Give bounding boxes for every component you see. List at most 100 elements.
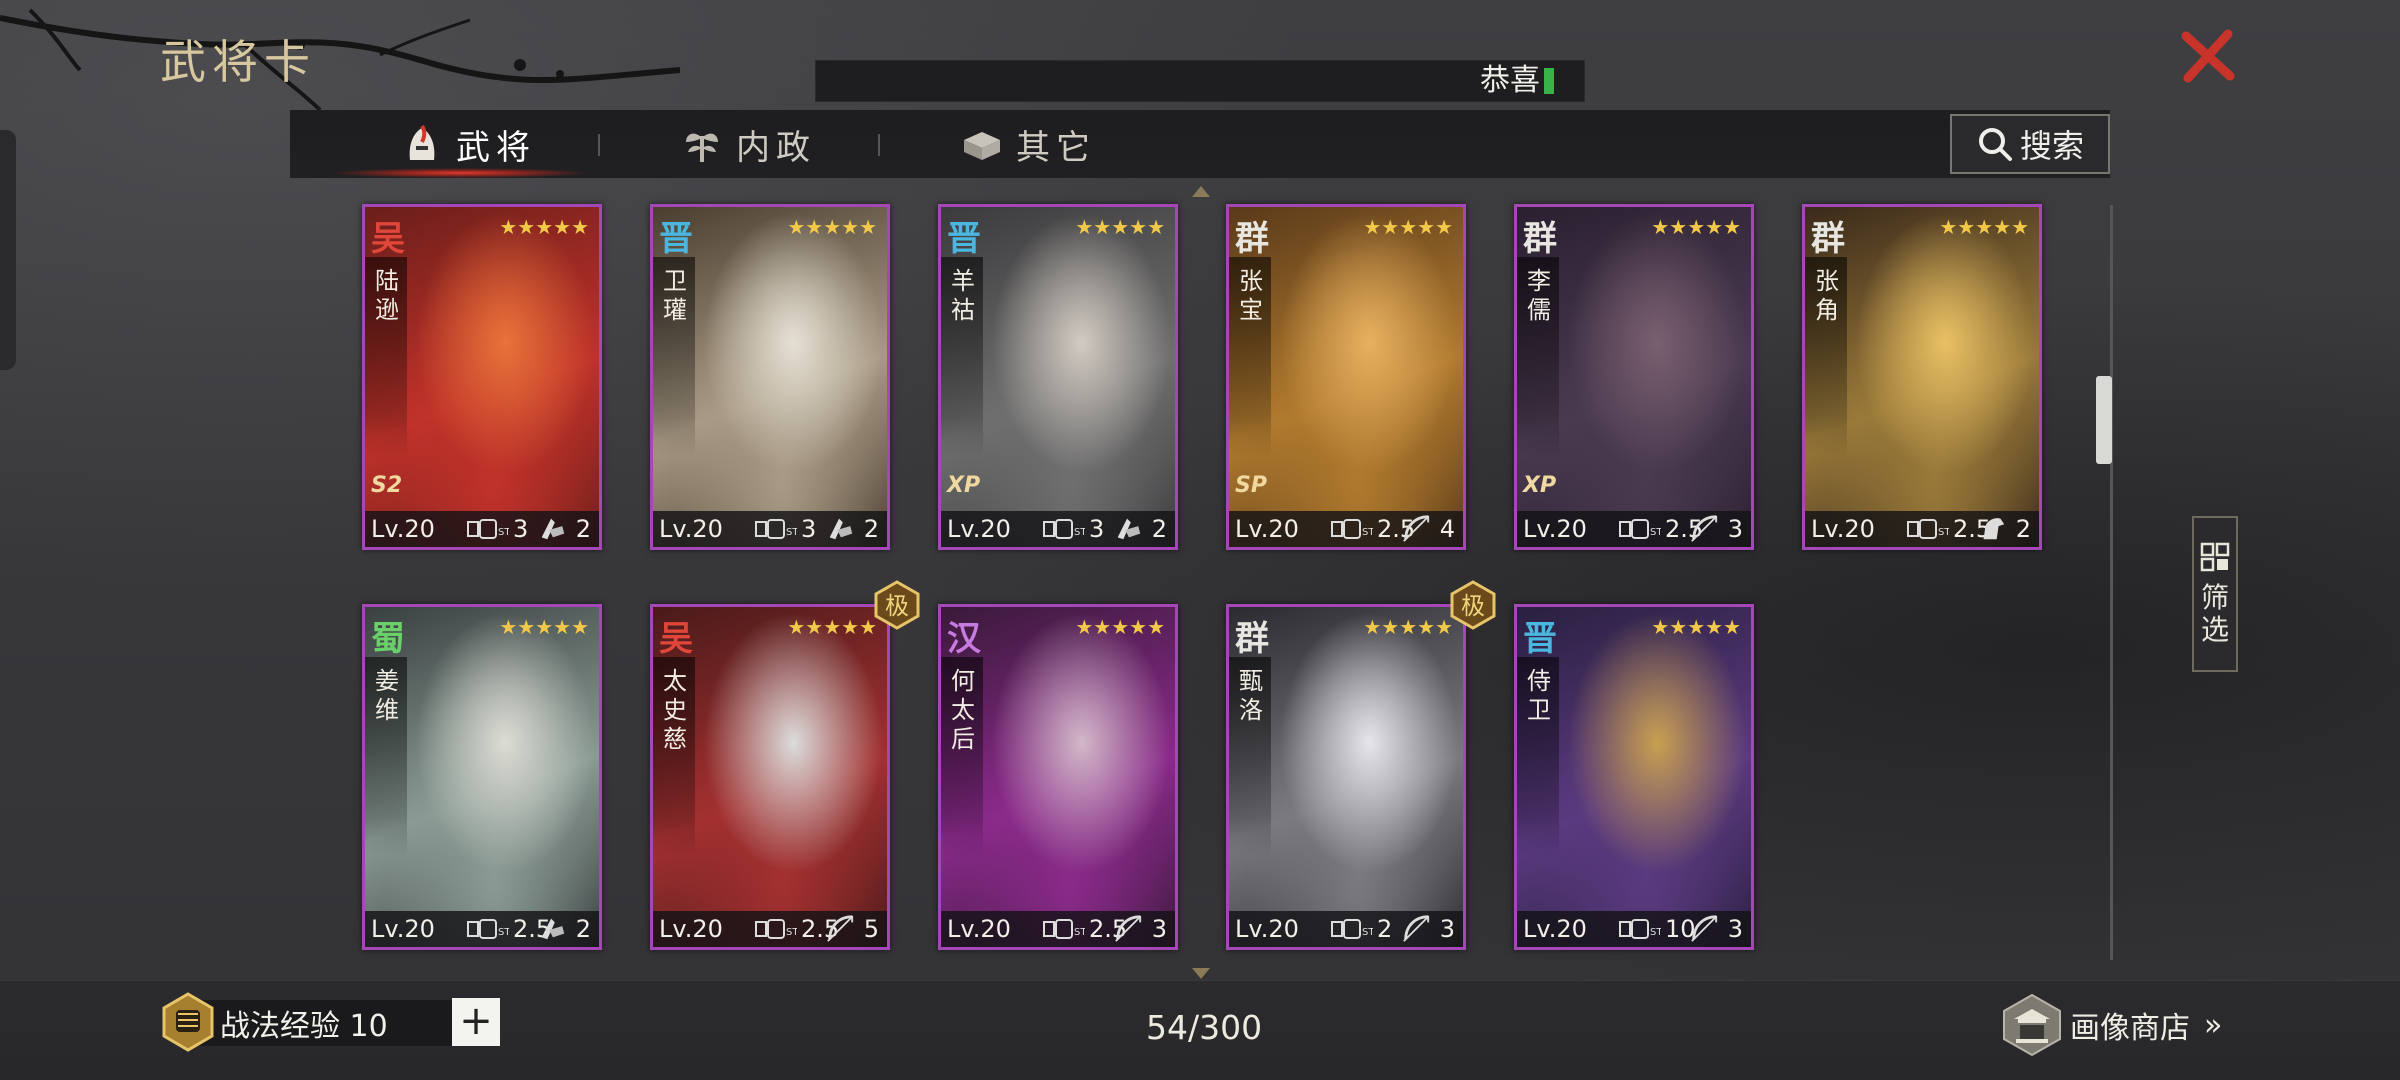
cost-icon: ST [1619, 919, 1661, 939]
star-rating: ★★★★★ [499, 615, 589, 639]
general-name: 羊祜 [951, 267, 975, 324]
star-rating: ★★★★★ [1939, 215, 2029, 239]
troop-count: 3 [1727, 915, 1743, 943]
scroll-down-indicator [1192, 968, 1210, 979]
level-label: Lv.20 [1523, 515, 1587, 543]
general-name: 姜维 [375, 667, 399, 724]
general-card[interactable]: 晋 羊祜 ★★★★★ XP Lv.20 ST 3 2 [938, 204, 1178, 550]
troop-count: 2 [575, 915, 591, 943]
troop-count: 2 [863, 515, 879, 543]
cost-icon: ST [755, 919, 797, 939]
tab-divider [598, 134, 600, 156]
rare-badge-icon: 极 [1448, 580, 1498, 630]
general-card[interactable]: 群 甄洛 ★★★★★ Lv.20 ST 2 3 [1226, 604, 1466, 950]
cost-icon: ST [467, 919, 509, 939]
faction-label: 晋 [659, 219, 693, 259]
troop-count: 2 [575, 515, 591, 543]
side-drawer-handle[interactable] [0, 130, 16, 370]
general-card[interactable]: 吴 太史慈 ★★★★★ Lv.20 ST 2.5 5 [650, 604, 890, 950]
svg-text:ST: ST [1074, 927, 1085, 938]
faction-label: 群 [1235, 619, 1269, 659]
page-title: 武将卡 [160, 35, 316, 89]
general-card[interactable]: 晋 卫瓘 ★★★★★ Lv.20 ST 3 2 [650, 204, 890, 550]
card-stats-bar: Lv.20 ST 2.5 4 [1229, 511, 1463, 547]
general-card[interactable]: 群 李儒 ★★★★★ XP Lv.20 ST 2.5 3 [1514, 204, 1754, 550]
scroll-up-indicator [1192, 186, 1210, 197]
tab-label: 武将 [456, 127, 536, 168]
level-label: Lv.20 [947, 915, 1011, 943]
svg-text:ST: ST [1074, 527, 1085, 538]
tab-generals[interactable]: 武将 [400, 110, 536, 178]
add-exp-button[interactable]: + [452, 998, 500, 1046]
general-card[interactable]: 汉 何太后 ★★★★★ Lv.20 ST 2.5 3 [938, 604, 1178, 950]
level-label: Lv.20 [1811, 515, 1875, 543]
cost-icon: ST [1907, 519, 1949, 539]
general-card[interactable]: 群 张宝 ★★★★★ SP Lv.20 ST 2.5 4 [1226, 204, 1466, 550]
star-rating: ★★★★★ [787, 215, 877, 239]
marquee-cursor [1544, 68, 1554, 94]
scrollbar-thumb[interactable] [2096, 376, 2112, 464]
star-rating: ★★★★★ [1075, 215, 1165, 239]
search-icon [1978, 128, 2012, 161]
chevron-right-icon: » [2204, 1007, 2223, 1043]
star-rating: ★★★★★ [1363, 615, 1453, 639]
level-label: Lv.20 [1523, 915, 1587, 943]
rare-badge-icon: 极 [872, 580, 922, 630]
scrollbar-track[interactable] [2110, 205, 2113, 960]
general-name: 李儒 [1527, 267, 1551, 324]
portrait-shop-button[interactable]: 画像商店 » [2000, 990, 2240, 1060]
variant-tag: XP [947, 473, 981, 498]
tab-others[interactable]: 其它 [960, 110, 1096, 178]
announcement-marquee: 恭喜 [815, 60, 1585, 102]
card-stats-bar: Lv.20 ST 3 2 [365, 511, 599, 547]
troop-count: 4 [1439, 515, 1455, 543]
variant-tag: S2 [371, 473, 403, 498]
star-rating: ★★★★★ [1651, 615, 1741, 639]
faction-label: 吴 [659, 619, 693, 659]
troop-count: 3 [1727, 515, 1743, 543]
level-label: Lv.20 [1235, 515, 1299, 543]
troop-count: 3 [1151, 915, 1167, 943]
close-icon[interactable] [2180, 28, 2236, 84]
tab-divider [878, 134, 880, 156]
card-stats-bar: Lv.20 ST 2 3 [1229, 911, 1463, 947]
svg-text:ST: ST [1938, 527, 1949, 538]
tactic-exp-display: 战法经验 10 [180, 1000, 452, 1046]
svg-text:ST: ST [786, 927, 797, 938]
tactic-exp-label: 战法经验 10 [220, 1009, 388, 1044]
faction-label: 晋 [1523, 619, 1557, 659]
tab-politics[interactable]: 内政 [680, 110, 816, 178]
filter-label-2: 选 [2200, 613, 2229, 646]
general-name: 张宝 [1239, 267, 1263, 324]
infantry-icon [541, 518, 565, 540]
card-stats-bar: Lv.20 ST 2.5 2 [365, 911, 599, 947]
variant-tag: XP [1523, 473, 1557, 498]
faction-label: 晋 [947, 219, 981, 259]
filter-label-1: 筛 [2200, 581, 2229, 614]
cost-icon: ST [467, 519, 509, 539]
fist-badge-icon [162, 992, 214, 1052]
general-name: 何太后 [951, 667, 975, 753]
troop-count: 2 [2015, 515, 2031, 543]
faction-label: 蜀 [371, 619, 405, 659]
search-label: 搜索 [2019, 127, 2084, 165]
archer-icon [827, 915, 854, 942]
cavalry-icon [1983, 518, 2005, 540]
cost-icon: ST [1619, 519, 1661, 539]
general-card[interactable]: 晋 侍卫 ★★★★★ Lv.20 ST 10 3 [1514, 604, 1754, 950]
general-card[interactable]: 群 张角 ★★★★★ Lv.20 ST 2.5 2 [1802, 204, 2042, 550]
general-name: 卫瓘 [663, 267, 687, 324]
helmet-icon [409, 124, 435, 160]
level-label: Lv.20 [1235, 915, 1299, 943]
star-rating: ★★★★★ [787, 615, 877, 639]
general-card[interactable]: 蜀 姜维 ★★★★★ Lv.20 ST 2.5 2 [362, 604, 602, 950]
faction-label: 群 [1811, 219, 1845, 259]
card-stats-bar: Lv.20 ST 3 2 [941, 511, 1175, 547]
filter-button[interactable]: 筛 选 [2192, 516, 2238, 672]
faction-label: 群 [1523, 219, 1557, 259]
level-label: Lv.20 [659, 915, 723, 943]
card-stats-bar: Lv.20 ST 2.5 3 [941, 911, 1175, 947]
cost-icon: ST [1331, 519, 1373, 539]
search-button[interactable]: 搜索 [1950, 114, 2110, 174]
general-card[interactable]: 吴 陆逊 ★★★★★ S2 Lv.20 ST 3 2 [362, 204, 602, 550]
